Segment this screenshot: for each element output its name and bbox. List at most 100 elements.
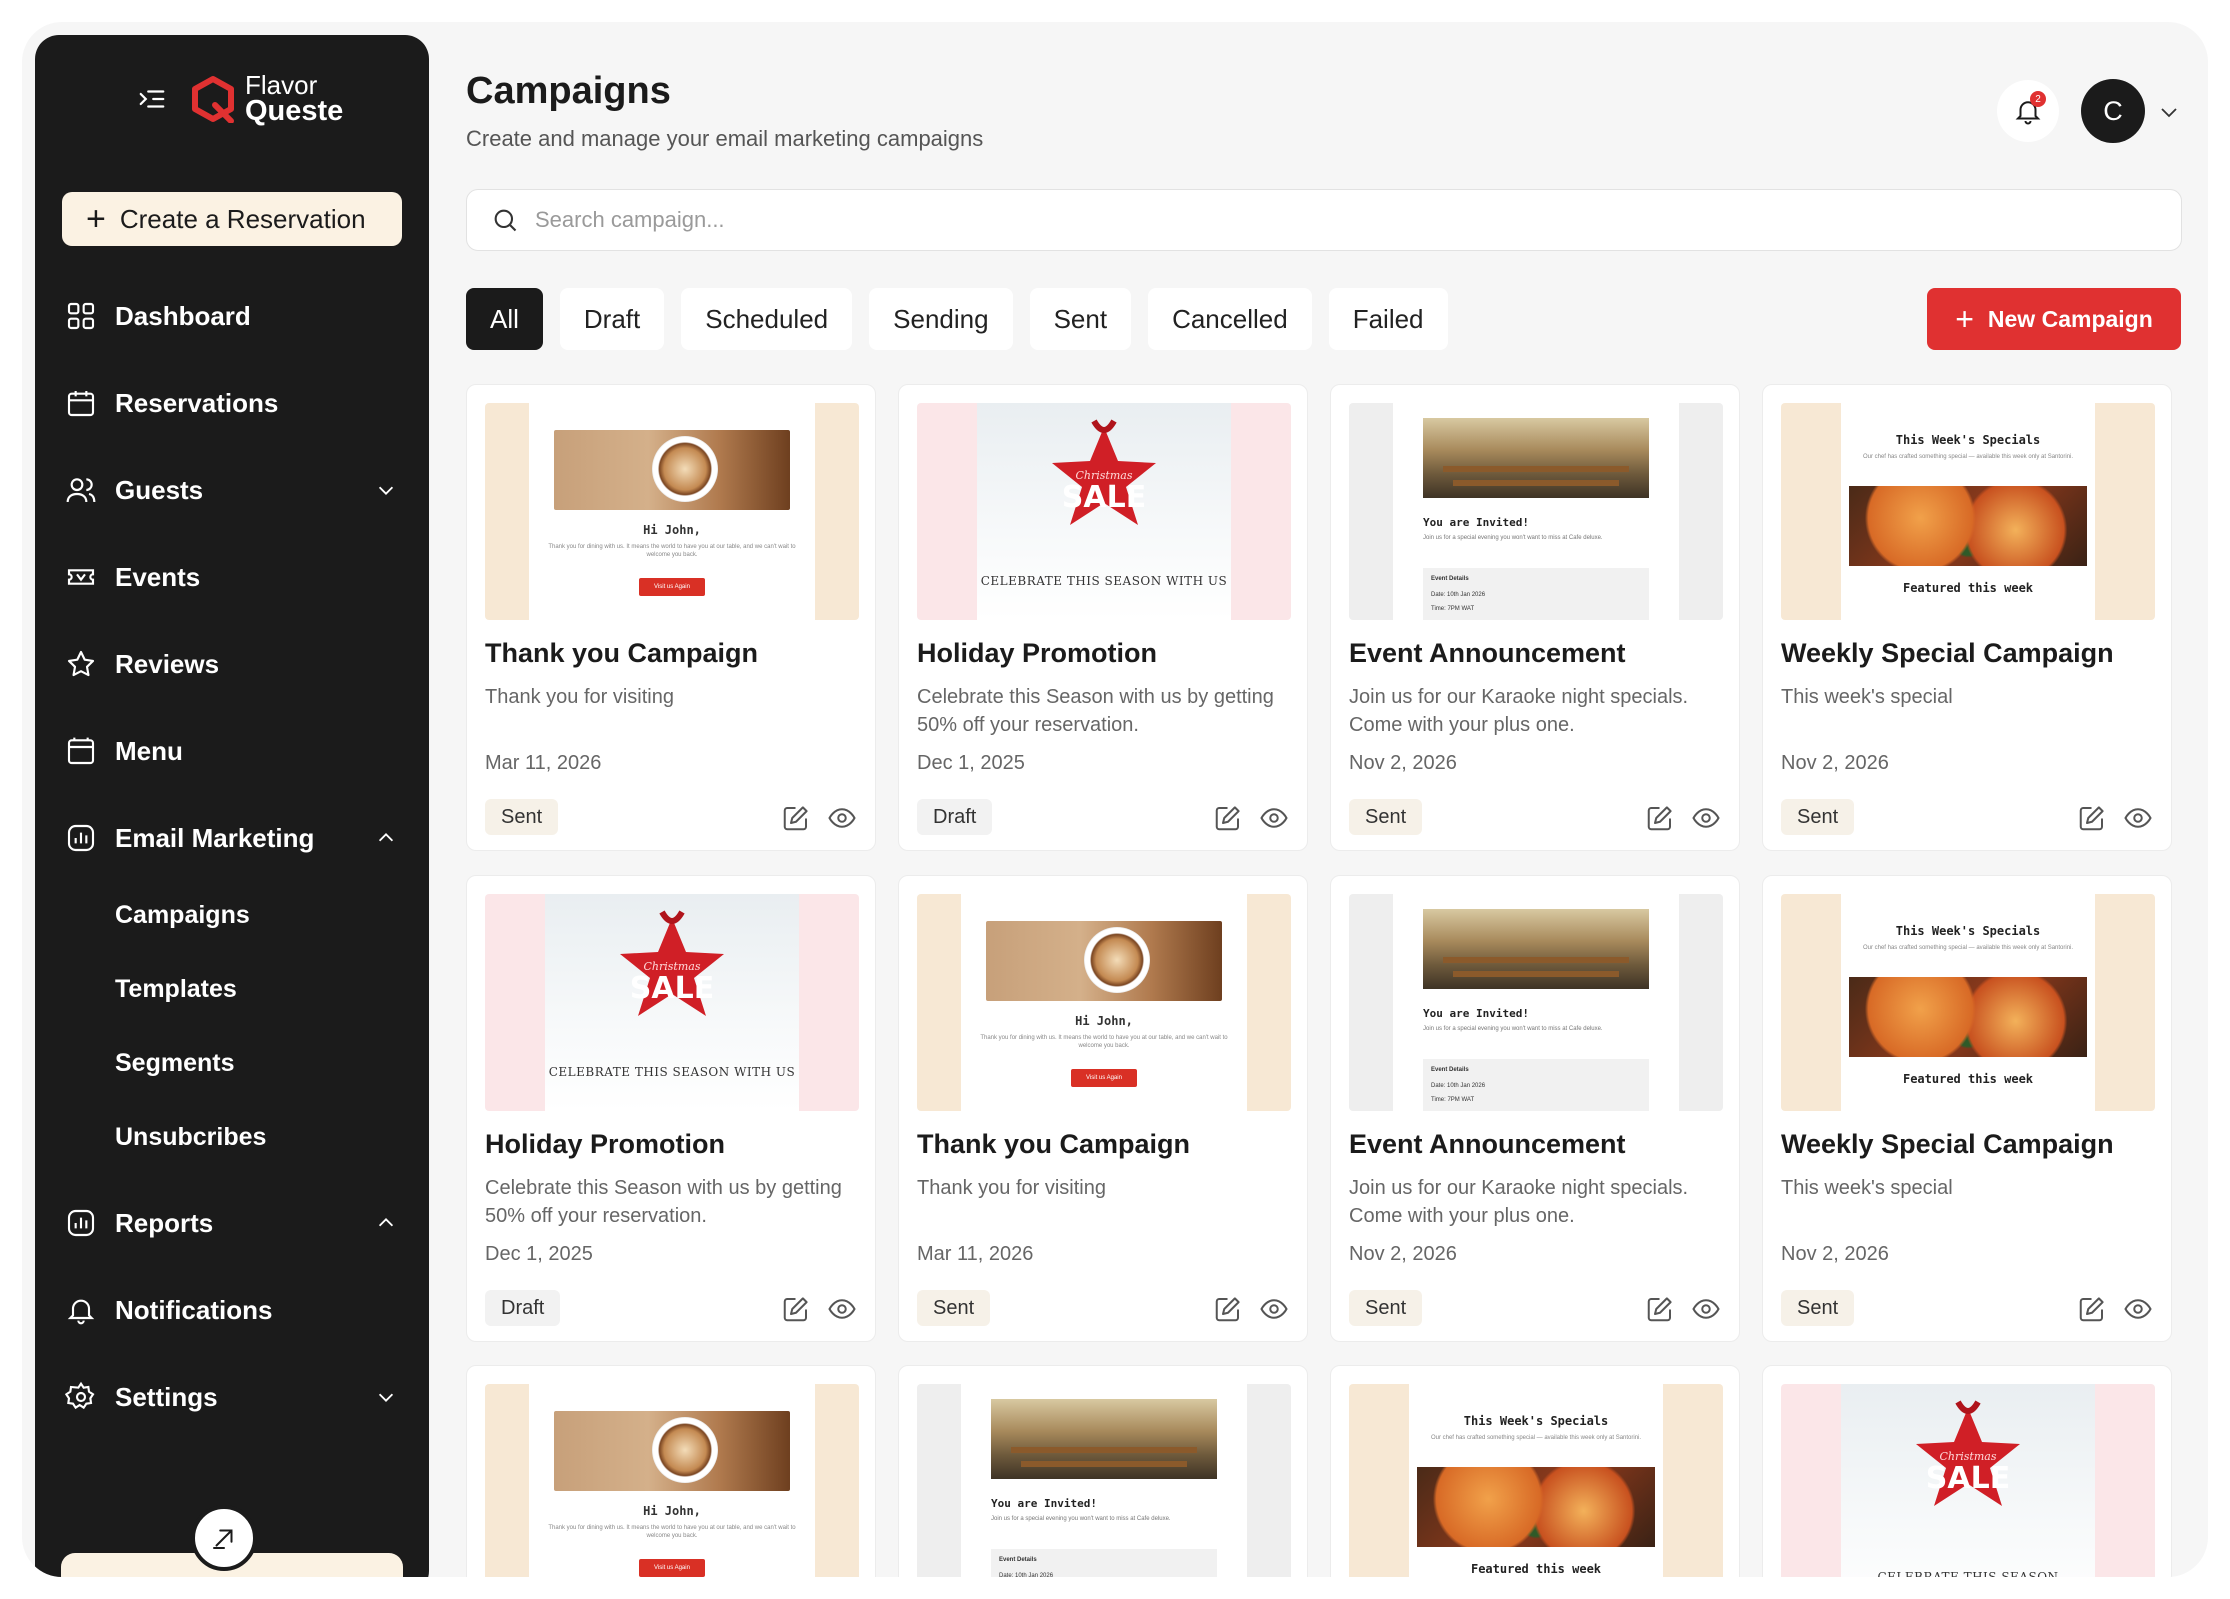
gear-icon [65,1381,95,1410]
eye-icon[interactable] [1691,1294,1721,1324]
campaign-card[interactable]: Christmas SALE CELEBRATE THIS SEASON WIT… [466,875,876,1342]
sidebar-item-dashboard[interactable]: Dashboard [35,286,429,346]
campaign-card[interactable]: This Week's Specials Our chef has crafte… [1762,875,2172,1342]
campaign-thumbnail[interactable]: Hi John, Thank you for dining with us. I… [485,403,859,620]
avatar[interactable]: C [2081,79,2145,143]
thumb-heading: This Week's Specials [1895,924,2041,938]
sidebar-sub-unsubscribes[interactable]: Unsubcribes [115,1123,266,1152]
tab-all[interactable]: All [466,288,543,350]
thumb-cta: Visit us Again [639,1559,705,1577]
campaign-thumbnail[interactable]: You are Invited! Join us for a special e… [917,1384,1291,1577]
sidebar-item-reservations[interactable]: Reservations [35,373,429,433]
eye-icon[interactable] [827,1294,857,1324]
edit-icon[interactable] [1213,803,1243,833]
tab-scheduled[interactable]: Scheduled [681,288,853,350]
edit-icon[interactable] [1645,1294,1675,1324]
chevron-down-icon[interactable] [2157,100,2181,124]
campaign-card[interactable]: Hi John, Thank you for dining with us. I… [466,384,876,851]
sidebar-item-guests[interactable]: Guests [35,460,429,520]
campaign-card[interactable]: You are Invited! Join us for a special e… [1330,875,1740,1342]
campaign-card[interactable]: Christmas SALE CELEBRATE THIS SEASON [1762,1365,2172,1577]
logo-row: Flavor Queste [137,70,343,125]
new-campaign-button[interactable]: + New Campaign [1927,288,2181,350]
tab-cancelled[interactable]: Cancelled [1148,288,1312,350]
sidebar-item-reviews[interactable]: Reviews [35,634,429,694]
sidebar-item-settings[interactable]: Settings [35,1367,429,1427]
campaign-thumbnail[interactable]: Hi John, Thank you for dining with us. I… [917,894,1291,1111]
status-badge: Sent [1781,1290,1855,1326]
campaign-thumbnail[interactable]: Christmas SALE CELEBRATE THIS SEASON WIT… [917,403,1291,620]
event-time: Time: 7PM WAT [1431,606,1475,612]
logo-line1: Flavor [245,70,318,100]
campaign-thumbnail[interactable]: Christmas SALE CELEBRATE THIS SEASON [1781,1384,2155,1577]
notifications-button[interactable]: 2 [1997,80,2059,142]
eye-icon[interactable] [1259,1294,1289,1324]
thumb-footer: Featured this week [1470,1562,1602,1576]
expand-button[interactable] [191,1505,257,1571]
collapse-menu-icon[interactable] [137,84,167,114]
edit-icon[interactable] [2077,803,2107,833]
sidebar-sub-templates[interactable]: Templates [115,975,237,1004]
latte-cup [1084,927,1150,993]
thumb-footer: Featured this week [1902,581,2034,595]
campaign-thumbnail[interactable]: This Week's Specials Our chef has crafte… [1781,403,2155,620]
campaign-card[interactable]: You are Invited! Join us for a special e… [1330,384,1740,851]
event-details-label: Event Details [999,1557,1037,1563]
thumb-cta: Visit us Again [639,578,705,596]
campaign-title: Weekly Special Campaign [1781,1129,2114,1159]
eye-icon[interactable] [1259,803,1289,833]
create-reservation-label: Create a Reservation [119,203,366,234]
restaurant-photo [1423,418,1649,498]
campaign-thumbnail[interactable]: Hi John, Thank you for dining with us. I… [485,1384,859,1577]
campaign-thumbnail[interactable]: Christmas SALE CELEBRATE THIS SEASON WIT… [485,894,859,1111]
edit-icon[interactable] [781,1294,811,1324]
eye-icon[interactable] [2123,803,2153,833]
thumb-greeting: Hi John, [1075,1014,1133,1028]
thumb-text: Join us for a special evening you won't … [1423,535,1603,541]
eye-icon[interactable] [2123,1294,2153,1324]
campaign-card[interactable]: Hi John, Thank you for dining with us. I… [466,1365,876,1577]
thumb-cta: Visit us Again [1071,1069,1137,1087]
tab-sent[interactable]: Sent [1029,288,1132,350]
chevron-down-icon [378,1393,394,1402]
sidebar-item-events[interactable]: Events [35,547,429,607]
eye-icon[interactable] [1691,803,1721,833]
tab-failed[interactable]: Failed [1328,288,1448,350]
campaign-card[interactable]: You are Invited! Join us for a special e… [898,1365,1308,1577]
campaign-card[interactable]: Hi John, Thank you for dining with us. I… [898,875,1308,1342]
campaign-thumbnail[interactable]: This Week's Specials Our chef has crafte… [1349,1384,1723,1577]
campaign-thumbnail[interactable]: You are Invited! Join us for a special e… [1349,894,1723,1111]
grid-icon [67,302,95,330]
sidebar-sub-segments[interactable]: Segments [115,1049,234,1078]
status-badge: Draft [485,1290,561,1326]
sidebar-item-notifications[interactable]: Notifications [35,1280,429,1340]
status-badge: Sent [917,1290,991,1326]
campaign-thumbnail[interactable]: This Week's Specials Our chef has crafte… [1781,894,2155,1111]
tab-draft[interactable]: Draft [559,288,665,350]
edit-icon[interactable] [1645,803,1675,833]
coffee-photo [986,921,1222,1001]
sidebar-item-reports[interactable]: Reports [35,1193,429,1253]
campaign-description: This week's special [1781,686,1953,708]
thumb-text: Join us for a special evening you won't … [1423,1026,1603,1032]
edit-icon[interactable] [781,803,811,833]
tab-sending[interactable]: Sending [869,288,1013,350]
sidebar-item-menu[interactable]: Menu [35,721,429,781]
thumb-text: Our chef has crafted something special —… [1862,454,2074,460]
edit-icon[interactable] [2077,1294,2107,1324]
sale-star-graphic: Christmas SALE [1052,419,1156,525]
campaign-card[interactable]: Christmas SALE CELEBRATE THIS SEASON WIT… [898,384,1308,851]
campaign-card[interactable]: This Week's Specials Our chef has crafte… [1330,1365,1740,1577]
edit-icon[interactable] [1213,1294,1243,1324]
sale-word-text: SALE [630,971,714,1006]
campaign-thumbnail[interactable]: You are Invited! Join us for a special e… [1349,403,1723,620]
sidebar-sub-campaigns[interactable]: Campaigns [115,901,250,930]
search-input[interactable] [535,207,2135,233]
sidebar-item-email-marketing[interactable]: Email Marketing [35,808,429,868]
logo[interactable]: Flavor Queste [191,70,343,125]
search-bar [466,189,2182,251]
campaign-card[interactable]: This Week's Specials Our chef has crafte… [1762,384,2172,851]
status-tabs: All Draft Scheduled Sending Sent Cancell… [466,288,1448,350]
create-reservation-button[interactable]: + Create a Reservation [62,192,402,246]
eye-icon[interactable] [827,803,857,833]
